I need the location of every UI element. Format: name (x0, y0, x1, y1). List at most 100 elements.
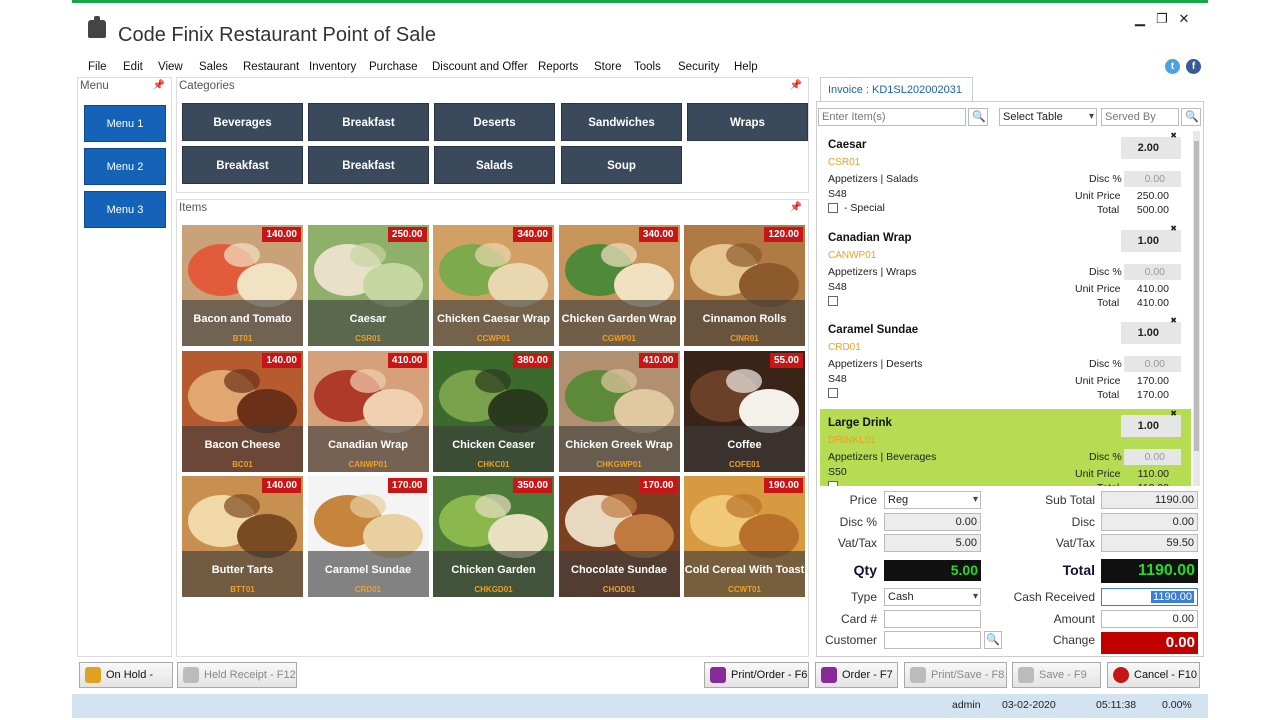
menu-store[interactable]: Store (594, 61, 622, 73)
category-sandwiches[interactable]: Sandwiches (561, 103, 682, 141)
on-hold-button[interactable]: On Hold - F11 (79, 662, 173, 705)
vat-amount-label: Vat/Tax (1055, 536, 1095, 550)
invoice-line[interactable]: Caramel Sundae CRD01 Appetizers | Deserts S… (820, 316, 1191, 407)
item-tile[interactable]: 140.00 Bacon and Tomato BT01 (182, 225, 303, 346)
invoice-tab[interactable]: Invoice : KD1SL202002031 (820, 77, 973, 101)
print-order-button[interactable]: Print/Order - F6 (704, 662, 809, 688)
minimize-icon[interactable]: ▁ (1130, 11, 1150, 27)
disc-percent-field[interactable]: 0.00 (884, 513, 981, 531)
item-tile[interactable]: 340.00 Chicken Garden Wrap CGWP01 (558, 225, 680, 346)
item-search-input[interactable]: Enter Item(s) (818, 108, 966, 126)
remove-line-icon[interactable]: ✖ (1170, 224, 1177, 233)
vat-tax-field[interactable]: 5.00 (884, 534, 981, 552)
category-breakfast-2[interactable]: Breakfast (182, 146, 303, 184)
held-receipt-button[interactable]: Held Receipt - F12 (177, 662, 297, 688)
category-wraps[interactable]: Wraps (687, 103, 808, 141)
invoice-line[interactable]: Large Drink DRINKL01 Appetizers | Beverage… (820, 408, 1191, 486)
invoice-line-disc-field[interactable]: 0.00 (1124, 356, 1181, 372)
invoice-line-qty-stepper[interactable]: 2.00 (1121, 137, 1181, 159)
pin-icon[interactable]: 📌 (153, 80, 165, 91)
invoice-line-name: Large Drink (828, 416, 892, 429)
menu-inventory[interactable]: Inventory (309, 61, 356, 73)
menu-sales[interactable]: Sales (199, 61, 228, 73)
menu-tools[interactable]: Tools (634, 61, 661, 73)
payment-type-dropdown[interactable]: Cash (884, 588, 981, 606)
facebook-icon[interactable]: f (1186, 59, 1201, 74)
line-total-label: Total (1097, 389, 1120, 401)
menu-restaurant[interactable]: Restaurant (243, 61, 299, 73)
menu-discount-offer[interactable]: Discount and Offer (432, 61, 528, 73)
invoice-line-unit-price: 250.00 (1136, 190, 1169, 202)
item-price-tag: 140.00 (262, 227, 301, 242)
card-number-input[interactable] (884, 610, 981, 628)
invoice-line-disc-field[interactable]: 0.00 (1124, 263, 1181, 280)
item-tile[interactable]: 350.00 Chicken Garden CHKGD01 (433, 476, 554, 597)
item-name: Bacon and Tomato (193, 313, 292, 325)
amount-field[interactable]: 0.00 (1101, 610, 1198, 628)
invoice-scrollbar[interactable] (1193, 131, 1200, 486)
menu-button-1[interactable]: Menu 1 (84, 105, 166, 142)
item-tile[interactable]: 410.00 Chicken Greek Wrap CHKGWP01 (558, 350, 680, 472)
special-checkbox[interactable] (828, 203, 838, 213)
menu-file[interactable]: File (88, 61, 107, 73)
category-breakfast-3[interactable]: Breakfast (308, 146, 429, 184)
item-tile[interactable]: 120.00 Cinnamon Rolls CINR01 (684, 225, 805, 346)
menu-security[interactable]: Security (678, 61, 720, 73)
restore-icon[interactable]: ❐ (1152, 11, 1172, 27)
special-checkbox[interactable] (828, 480, 838, 486)
price-dropdown[interactable]: Reg (884, 491, 981, 509)
special-checkbox[interactable] (828, 388, 838, 398)
served-by-input[interactable]: Served By (1101, 108, 1179, 126)
item-tile[interactable]: 170.00 Caramel Sundae CRD01 (307, 476, 429, 597)
search-icon[interactable]: 🔍 (968, 108, 988, 126)
special-checkbox[interactable] (828, 295, 838, 306)
menu-view[interactable]: View (158, 61, 183, 73)
item-tile[interactable]: 170.00 Chocolate Sundae CHOD01 (558, 476, 680, 597)
item-tile[interactable]: 140.00 Butter Tarts BTT01 (182, 476, 303, 597)
menu-reports[interactable]: Reports (538, 61, 578, 73)
menu-edit[interactable]: Edit (123, 61, 143, 73)
invoice-line-qty-stepper[interactable]: 1.00 (1121, 322, 1181, 344)
remove-line-icon[interactable]: ✖ (1170, 409, 1177, 418)
served-by-search-icon[interactable]: 🔍 (1181, 108, 1201, 126)
save-button[interactable]: Save - F9 (1012, 662, 1101, 688)
category-deserts[interactable]: Deserts (434, 103, 555, 141)
close-icon[interactable]: ✕ (1174, 11, 1194, 27)
cancel-button[interactable]: Cancel - F10 (1107, 662, 1200, 688)
total-label: Total (1062, 562, 1095, 578)
remove-line-icon[interactable]: ✖ (1170, 316, 1177, 325)
item-tile[interactable]: 410.00 Canadian Wrap CANWP01 (307, 350, 429, 472)
item-tile[interactable]: 250.00 Caesar CSR01 (307, 225, 429, 346)
menu-purchase[interactable]: Purchase (369, 61, 418, 73)
item-tile[interactable]: 55.00 Coffee COFE01 (684, 350, 805, 472)
menu-button-3[interactable]: Menu 3 (84, 191, 166, 228)
invoice-line-qty-stepper[interactable]: 1.00 (1121, 229, 1181, 252)
twitter-icon[interactable]: t (1165, 59, 1180, 74)
cash-received-input[interactable]: 1190.00 (1101, 588, 1198, 606)
item-tile[interactable]: 140.00 Bacon Cheese BC01 (182, 350, 303, 472)
invoice-line-disc-field[interactable]: 0.00 (1124, 448, 1181, 465)
menu-help[interactable]: Help (734, 61, 758, 73)
select-table-dropdown[interactable]: Select Table (999, 108, 1097, 126)
customer-input[interactable] (884, 631, 981, 649)
item-tile[interactable]: 380.00 Chicken Ceaser CHKC01 (433, 350, 554, 472)
invoice-line[interactable]: Caesar CSR01 Appetizers | Salads S48 2.00 0.0… (820, 131, 1191, 222)
menu-button-2[interactable]: Menu 2 (84, 148, 166, 185)
item-tile[interactable]: 190.00 Cold Cereal With Toast CCWT01 (684, 476, 805, 597)
category-breakfast[interactable]: Breakfast (308, 103, 429, 141)
pin-icon[interactable]: 📌 (790, 80, 802, 91)
remove-line-icon[interactable]: ✖ (1170, 131, 1177, 140)
order-button[interactable]: Order - F7 (815, 662, 898, 688)
category-soup[interactable]: Soup (561, 146, 682, 184)
pin-icon[interactable]: 📌 (790, 202, 802, 213)
category-salads[interactable]: Salads (434, 146, 555, 184)
unit-price-label: Unit Price (1075, 375, 1121, 387)
print-save-button[interactable]: Print/Save - F8 (904, 662, 1007, 688)
invoice-line-qty-stepper[interactable]: 1.00 (1121, 414, 1181, 437)
category-beverages[interactable]: Beverages (182, 103, 303, 141)
items-panel-title: Items (179, 202, 208, 214)
invoice-line-name: Caramel Sundae (828, 324, 919, 336)
item-tile[interactable]: 340.00 Chicken Caesar Wrap CCWP01 (433, 225, 554, 346)
invoice-line-disc-field[interactable]: 0.00 (1124, 171, 1181, 187)
invoice-line[interactable]: Canadian Wrap CANWP01 Appetizers | Wraps S4… (820, 223, 1191, 315)
